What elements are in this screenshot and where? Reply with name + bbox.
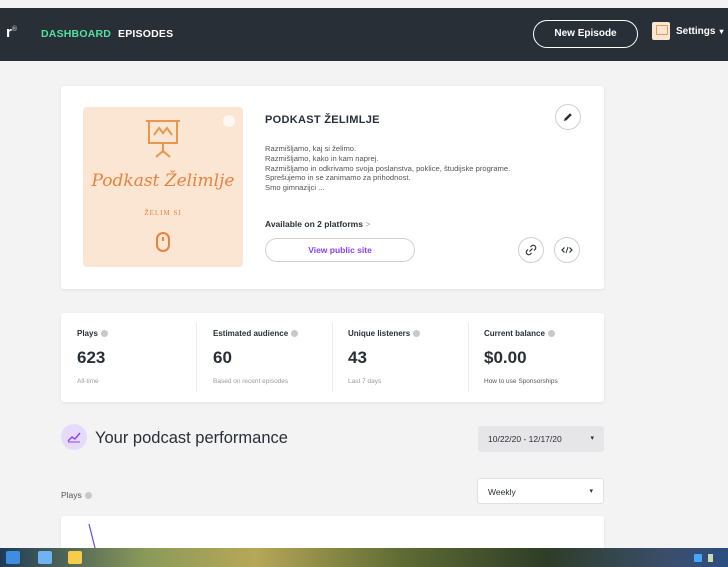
cover-badge (223, 115, 235, 127)
podcast-cover: Podkast Želimlje ŽELIM SI (83, 107, 243, 267)
info-icon[interactable] (291, 330, 299, 337)
stat-sub: Last 7 days (348, 378, 382, 385)
interval-select[interactable]: Weekly ▾ (477, 478, 604, 504)
mouse-icon (156, 232, 170, 252)
description-line: Smo gimnazijci ... (265, 183, 325, 193)
divider (332, 323, 333, 392)
plays-label: Plays (61, 490, 92, 500)
sponsorships-link[interactable]: How to use Sponsorships (484, 378, 558, 385)
stat-label: Unique listeners (348, 329, 421, 338)
info-icon[interactable] (413, 330, 421, 337)
top-navigation: r® DASHBOARD EPISODES New Episode Settin… (0, 8, 728, 61)
podcast-description: Razmišljamo, kaj si želimo. Razmišljamo,… (265, 144, 595, 193)
new-episode-button[interactable]: New Episode (533, 20, 638, 48)
chevron-down-icon: ▾ (590, 435, 594, 442)
stat-label: Current balance (484, 329, 555, 338)
stat-sub: All-time (77, 378, 99, 385)
copy-link-button[interactable] (518, 237, 544, 263)
view-public-site-button[interactable]: View public site (265, 238, 415, 262)
info-icon[interactable] (100, 330, 108, 337)
info-icon[interactable] (547, 330, 555, 337)
pencil-icon (564, 113, 572, 121)
chevron-down-icon: ▾ (719, 26, 724, 36)
link-icon (525, 244, 537, 256)
stat-sub: Based on recent episodes (213, 378, 289, 385)
info-icon[interactable] (84, 492, 92, 499)
stat-value: 43 (348, 348, 367, 367)
app-icon[interactable] (38, 551, 52, 564)
line-chart-icon (61, 424, 87, 450)
avatar (652, 22, 670, 40)
description-line: Razmišljamo in odkrivamo svoja poslanstv… (265, 163, 511, 173)
stat-value: 60 (213, 348, 232, 367)
stat-label: Plays (77, 329, 108, 338)
chevron-right-icon: > (365, 219, 371, 229)
settings-menu[interactable]: Settings ▾ (652, 22, 723, 40)
chevron-down-icon: ▾ (589, 488, 593, 495)
nav-episodes[interactable]: EPISODES (118, 28, 173, 40)
stat-value: 623 (77, 348, 106, 367)
platforms-link[interactable]: Available on 2 platforms > (265, 219, 370, 229)
podcast-title: PODKAST ŽELIMLJE (265, 114, 380, 126)
nav-dashboard[interactable]: DASHBOARD (41, 28, 111, 40)
app-icon[interactable] (68, 551, 82, 564)
stat-value: $0.00 (484, 348, 527, 367)
description-line: Razmišljamo, kako in kam naprej. (265, 153, 379, 163)
date-range-select[interactable]: 10/22/20 - 12/17/20 ▾ (478, 426, 604, 452)
podcast-card: Podkast Želimlje ŽELIM SI PODKAST ŽELIML… (61, 86, 604, 289)
divider (468, 323, 469, 392)
presentation-board-icon (146, 120, 180, 158)
description-line: Sprešujemo in se zanimamo za prihodnost. (265, 173, 411, 183)
start-icon[interactable] (6, 551, 20, 564)
code-icon (561, 246, 573, 254)
stat-label: Estimated audience (213, 329, 299, 338)
cover-title: Podkast Želimlje (91, 171, 235, 191)
divider (196, 323, 197, 392)
edit-podcast-button[interactable] (555, 104, 581, 130)
logo[interactable]: r® (6, 24, 17, 41)
performance-title: Your podcast performance (95, 429, 288, 447)
description-line: Razmišljamo, kaj si želimo. (265, 144, 357, 153)
embed-code-button[interactable] (554, 237, 580, 263)
tray-icon[interactable] (694, 554, 702, 562)
tray-icon[interactable] (708, 554, 713, 562)
settings-label: Settings (676, 25, 716, 37)
stats-card: Plays 623 All-time Estimated audience 60… (61, 313, 604, 402)
os-taskbar (0, 548, 728, 567)
cover-subtitle: ŽELIM SI (144, 209, 182, 217)
